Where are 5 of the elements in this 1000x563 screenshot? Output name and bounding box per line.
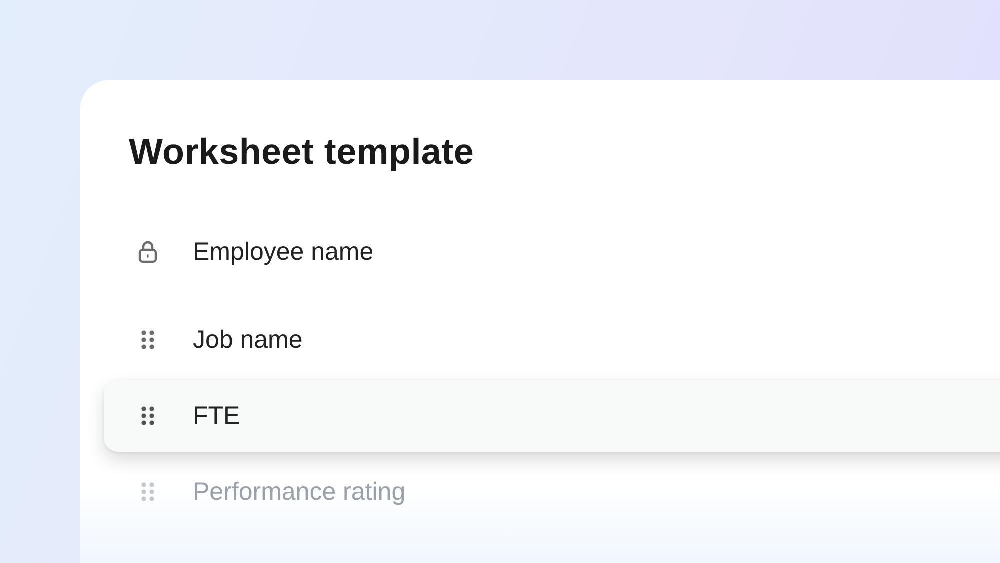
field-row[interactable]: FTE: [104, 380, 1000, 452]
card-title: Worksheet template: [129, 130, 476, 174]
field-row[interactable]: Employee name: [104, 214, 1000, 290]
field-row[interactable]: Job name: [104, 302, 1000, 378]
lock-icon: [136, 240, 160, 264]
